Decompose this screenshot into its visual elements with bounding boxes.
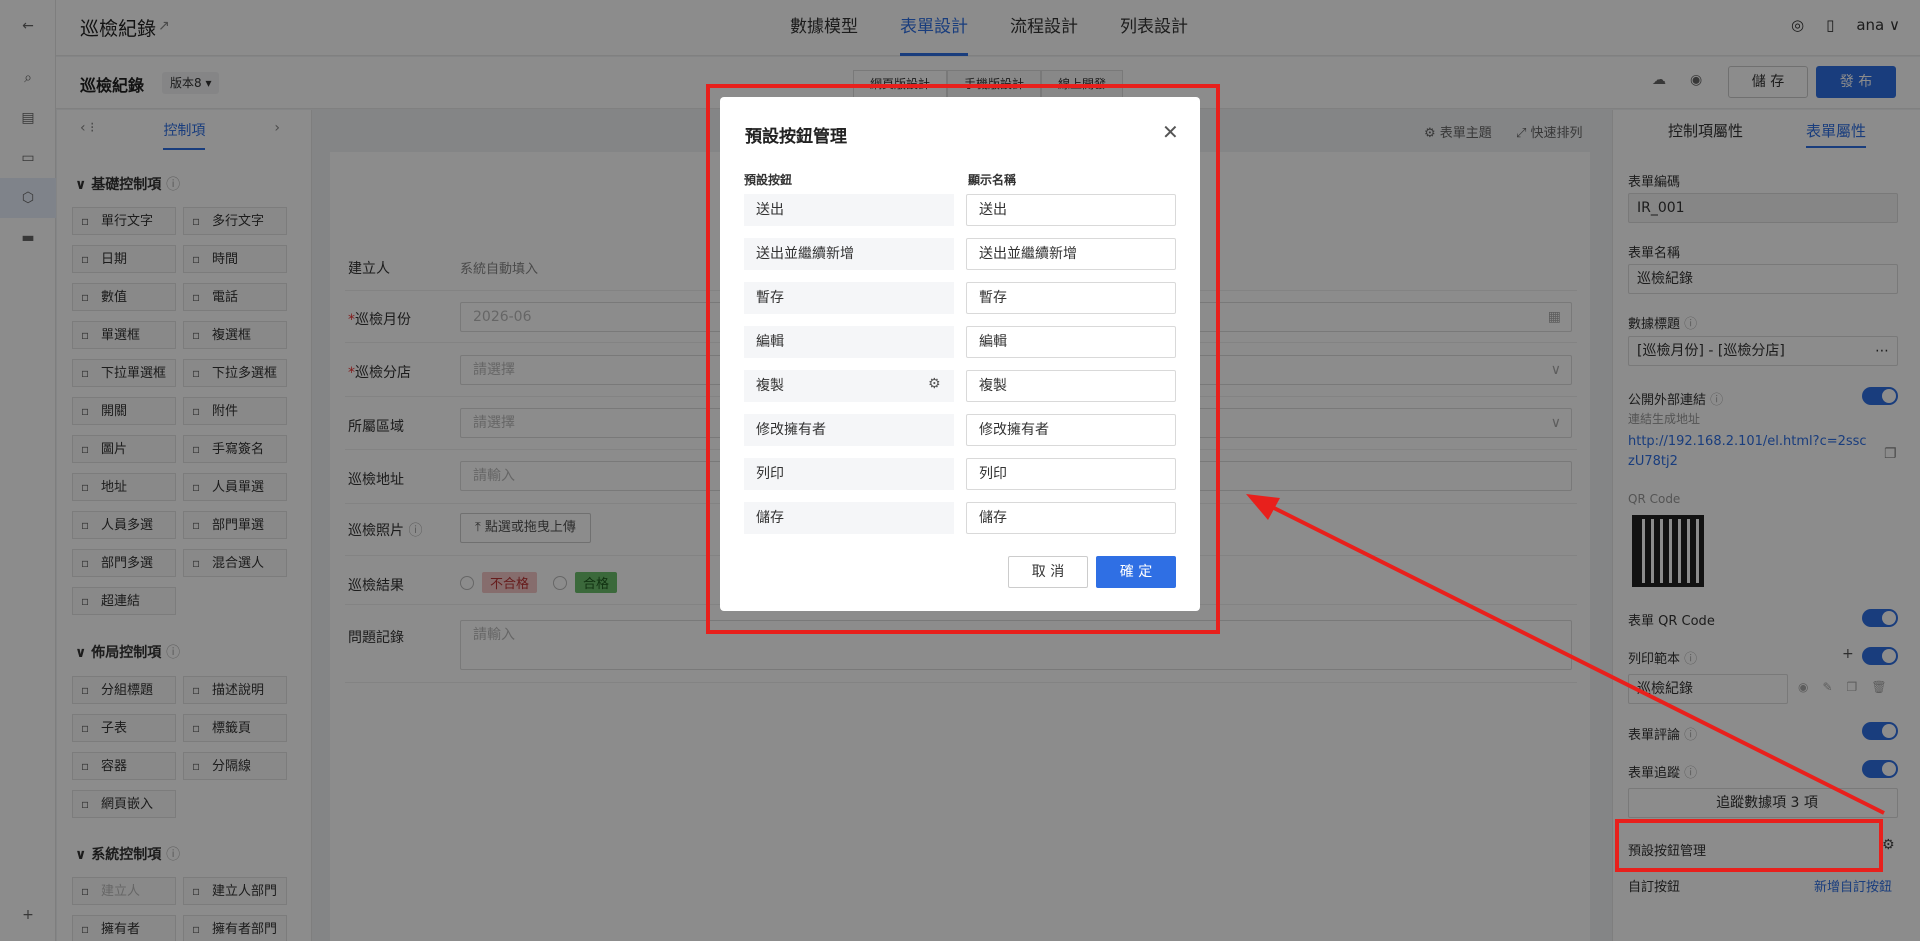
default-button-name: 列印 — [744, 458, 954, 490]
default-button-name: 儲存 — [744, 502, 954, 534]
display-name-input[interactable]: 列印 — [966, 458, 1176, 490]
confirm-button[interactable]: 確 定 — [1096, 556, 1176, 588]
display-name-input[interactable]: 修改擁有者 — [966, 414, 1176, 446]
default-button-name: 複製 — [744, 370, 954, 402]
default-button-name: 送出 — [744, 194, 954, 226]
modal-title: 預設按鈕管理 — [745, 127, 847, 147]
default-button-name: 送出並繼續新增 — [744, 238, 954, 270]
close-icon[interactable]: ✕ — [1162, 120, 1179, 144]
default-button-name: 修改擁有者 — [744, 414, 954, 446]
display-name-input[interactable]: 複製 — [966, 370, 1176, 402]
display-name-input[interactable]: 編輯 — [966, 326, 1176, 358]
col-display-name: 顯示名稱 — [968, 173, 1017, 187]
arrow-line — [1261, 500, 1885, 815]
display-name-input[interactable]: 暫存 — [966, 282, 1176, 314]
cancel-button[interactable]: 取 消 — [1008, 556, 1088, 588]
arrow-head — [1246, 494, 1280, 520]
default-button-name: 編輯 — [744, 326, 954, 358]
display-name-input[interactable]: 送出並繼續新增 — [966, 238, 1176, 270]
highlight-box-modal — [706, 84, 1220, 634]
col-default-button: 預設按鈕 — [744, 173, 793, 187]
display-name-input[interactable]: 送出 — [966, 194, 1176, 226]
default-button-name: 暫存 — [744, 282, 954, 314]
display-name-input[interactable]: 儲存 — [966, 502, 1176, 534]
gear-icon[interactable]: ⚙ — [928, 376, 941, 392]
